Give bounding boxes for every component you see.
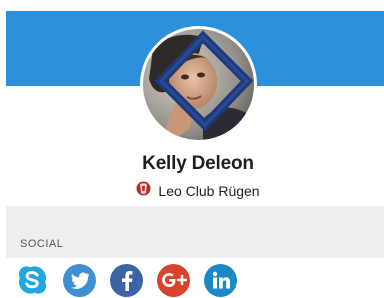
google-plus-icon	[161, 273, 187, 287]
club-name[interactable]: Leo Club Rügen	[158, 183, 259, 199]
avatar	[140, 26, 257, 143]
linkedin-button[interactable]	[204, 263, 237, 297]
leo-club-icon	[136, 181, 151, 201]
profile-name: Kelly Deleon	[142, 153, 254, 174]
section-divider	[6, 206, 384, 258]
facebook-button[interactable]	[110, 263, 143, 297]
social-links	[16, 262, 237, 298]
facebook-icon	[121, 271, 133, 291]
skype-icon	[18, 266, 47, 294]
twitter-icon	[70, 272, 89, 289]
twitter-button[interactable]	[63, 263, 96, 297]
google-plus-button[interactable]	[157, 263, 190, 297]
linkedin-icon	[212, 271, 230, 289]
skype-button[interactable]	[16, 264, 49, 297]
club-affiliation[interactable]: Leo Club Rügen	[0, 181, 384, 201]
avatar-photo	[143, 29, 254, 140]
social-section-title: SOCIAL	[20, 238, 64, 250]
